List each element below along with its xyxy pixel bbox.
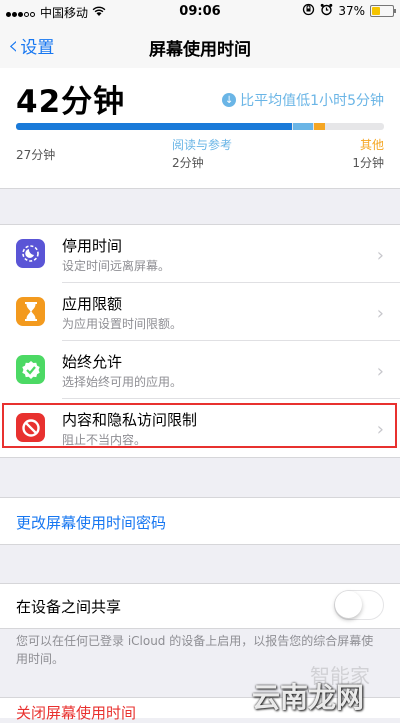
segment-time: 27分钟: [16, 148, 56, 162]
toggle-knob: [335, 591, 362, 618]
row-subtitle: 为应用设置时间限额。: [62, 317, 183, 331]
arrow-down-circle-icon: ↓: [222, 93, 237, 107]
share-label: 在设备之间共享: [16, 598, 122, 616]
watermark-text: 云南龙网: [251, 681, 364, 714]
turn-off-label: 关闭屏幕使用时间: [16, 704, 137, 722]
app-limits-row[interactable]: 应用限额 为应用设置时间限额。 ›: [0, 283, 400, 341]
downtime-icon: [16, 239, 45, 268]
alarm-icon: [320, 3, 333, 19]
row-title: 停用时间: [62, 237, 123, 255]
battery-icon: [370, 5, 396, 17]
battery-percent: 37%: [338, 4, 365, 18]
status-bar: 中国移动 09:06 37%: [0, 0, 400, 24]
navigation-bar: ‹ 设置 屏幕使用时间: [0, 24, 400, 69]
page-title: 屏幕使用时间: [149, 40, 251, 60]
segment-category: 阅读与参考: [172, 138, 233, 152]
segment-time: 2分钟: [172, 156, 204, 170]
total-usage: 42分钟: [16, 84, 126, 120]
usage-bar: [16, 123, 384, 130]
change-passcode-button[interactable]: 更改屏幕使用时间密码: [0, 497, 400, 545]
comparison-text: 比平均值低1小时5分钟: [240, 93, 384, 109]
row-title: 应用限额: [62, 295, 123, 313]
average-comparison: ↓ 比平均值低1小时5分钟: [222, 90, 384, 110]
usage-bar-segment: [16, 123, 292, 130]
highlight-box: [2, 403, 397, 448]
change-passcode-label: 更改屏幕使用时间密码: [16, 514, 167, 532]
segment-time: 1分钟: [352, 156, 384, 170]
segment-label-2: 阅读与参考 2分钟: [172, 136, 232, 172]
usage-summary[interactable]: 42分钟 ↓ 比平均值低1小时5分钟 27分钟 阅读与参考 2分钟 其他 1分钟: [0, 68, 400, 189]
checkmark-badge-icon: [16, 355, 45, 384]
segment-label-3: 其他 1分钟: [352, 136, 384, 172]
row-subtitle: 设定时间远离屏幕。: [62, 259, 171, 273]
share-across-devices-row: 在设备之间共享: [0, 583, 400, 629]
usage-bar-segment: [293, 123, 314, 130]
row-title: 始终允许: [62, 353, 123, 371]
status-right: 37%: [302, 3, 396, 19]
downtime-row[interactable]: 停用时间 设定时间远离屏幕。 ›: [0, 225, 400, 283]
segment-label-1: 27分钟: [16, 146, 55, 164]
chevron-right-icon: ›: [376, 245, 384, 266]
rotation-lock-icon: [302, 3, 315, 19]
always-allowed-row[interactable]: 始终允许 选择始终可用的应用。 ›: [0, 341, 400, 399]
chevron-right-icon: ›: [376, 361, 384, 382]
hourglass-icon: [16, 297, 45, 326]
segment-category: 其他: [359, 138, 384, 152]
usage-bar-segment: [314, 123, 325, 130]
share-toggle[interactable]: [334, 590, 384, 620]
row-subtitle: 选择始终可用的应用。: [62, 375, 183, 389]
chevron-right-icon: ›: [376, 303, 384, 324]
